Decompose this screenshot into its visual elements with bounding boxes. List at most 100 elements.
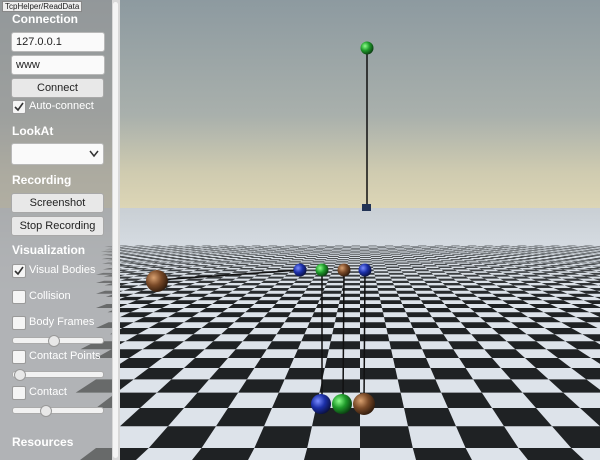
floor-tile <box>328 341 360 350</box>
floor-tile <box>397 379 442 393</box>
floor-tile <box>291 308 316 313</box>
side-panel: Connection 127.0.0.1 www Connect Auto-co… <box>0 0 112 460</box>
green-sphere <box>332 394 352 414</box>
floor-tile <box>360 312 384 318</box>
floor-tile <box>332 328 360 335</box>
body-frames-checkbox[interactable] <box>12 316 26 330</box>
floor-tile <box>410 322 440 328</box>
auto-connect-checkbox[interactable] <box>12 100 26 114</box>
floor-tile <box>444 304 470 308</box>
floor-tile <box>264 312 292 318</box>
connect-button[interactable]: Connect <box>11 78 104 98</box>
floor-tile <box>430 368 474 380</box>
floor-tile <box>338 300 360 304</box>
floor-tile <box>426 308 452 313</box>
floor-tile <box>380 300 403 304</box>
floor-tile <box>402 304 426 308</box>
window-tag: TcpHelper/ReadData <box>2 1 83 12</box>
slider-handle[interactable] <box>48 335 60 347</box>
body-frames-label: Body Frames <box>29 316 95 328</box>
floor-tile <box>404 408 456 427</box>
floor-tile <box>276 328 308 335</box>
floor-tile <box>272 304 297 308</box>
floor-tile <box>386 328 416 335</box>
floor-tile <box>415 334 448 342</box>
visual-bodies-toggle[interactable]: Visual Bodies <box>12 264 112 278</box>
body-frames-toggle[interactable]: Body Frames <box>12 316 112 330</box>
floor-tile <box>393 358 431 368</box>
chevron-down-icon <box>89 150 99 158</box>
floor-tile <box>439 328 472 335</box>
slider-handle[interactable] <box>40 405 52 417</box>
floor-tile <box>389 341 423 350</box>
floor-tile <box>384 317 411 323</box>
anchor-block <box>362 204 371 211</box>
contact-toggle[interactable]: Contact <box>12 386 112 400</box>
floor-tile <box>307 322 335 328</box>
visualization-header: Visualization <box>12 243 86 257</box>
floor-tile <box>319 379 360 393</box>
floor-tile <box>405 312 432 318</box>
green-sphere <box>360 41 374 55</box>
contact-points-slider[interactable] <box>12 369 104 381</box>
scrollbar-thumb[interactable] <box>113 2 118 458</box>
floor-tile <box>284 368 325 380</box>
resources-header: Resources <box>12 435 74 449</box>
blue-sphere <box>311 394 331 414</box>
floor-tile <box>266 341 302 350</box>
brown-sphere <box>146 270 168 292</box>
contact-points-checkbox[interactable] <box>12 350 26 364</box>
host-input[interactable]: 127.0.0.1 <box>11 32 105 52</box>
visual-bodies-checkbox[interactable] <box>12 264 26 278</box>
body-frames-slider[interactable] <box>12 335 104 347</box>
floor-tile <box>420 300 445 304</box>
floor-tile <box>337 308 360 313</box>
brown-sphere <box>337 263 351 277</box>
collision-checkbox[interactable] <box>12 290 26 304</box>
floor-tile <box>303 448 360 460</box>
floor-tile <box>360 304 382 308</box>
floor-tile <box>360 426 413 448</box>
contact-points-toggle[interactable]: Contact Points <box>12 350 112 364</box>
contact-slider[interactable] <box>12 405 104 417</box>
slider-handle[interactable] <box>13 369 26 381</box>
floor-tile <box>296 300 320 304</box>
floor-tile <box>312 312 337 318</box>
recording-header: Recording <box>12 173 72 187</box>
floor-tile <box>284 317 312 323</box>
connection-header: Connection <box>12 12 78 26</box>
auto-connect-label: Auto-connect <box>29 100 94 112</box>
blue-sphere <box>358 263 372 277</box>
contact-checkbox[interactable] <box>12 386 26 400</box>
floor-tile <box>254 300 279 304</box>
screenshot-button[interactable]: Screenshot <box>11 193 104 213</box>
name-input[interactable]: www <box>11 55 105 75</box>
leg-link-2 <box>342 269 345 403</box>
blue-sphere <box>293 263 307 277</box>
checkmark-icon <box>14 266 24 276</box>
floor-tile <box>254 358 294 368</box>
floor-tile <box>382 308 406 313</box>
contact-label: Contact <box>29 386 67 398</box>
floor-tile <box>360 368 398 380</box>
floor-tile <box>294 349 329 358</box>
floor-tile <box>324 358 360 368</box>
collision-label: Collision <box>29 290 71 302</box>
floor-tile <box>316 304 339 308</box>
floor-tile <box>422 349 459 358</box>
lookat-header: LookAt <box>12 124 54 138</box>
visual-bodies-label: Visual Bodies <box>29 264 96 276</box>
floor-tile <box>254 426 312 448</box>
collision-toggle[interactable]: Collision <box>12 290 112 304</box>
lookat-dropdown[interactable] <box>11 143 104 165</box>
floor-tile <box>334 317 360 323</box>
floor-tile <box>254 322 285 328</box>
green-sphere <box>315 263 329 277</box>
checkmark-icon <box>14 102 24 112</box>
brown-sphere <box>353 393 375 415</box>
leg-link-3 <box>363 269 366 403</box>
auto-connect-toggle[interactable]: Auto-connect <box>12 100 112 114</box>
floor-tile <box>432 317 461 323</box>
contact-points-label: Contact Points <box>29 350 101 362</box>
stop-recording-button[interactable]: Stop Recording <box>11 216 104 236</box>
